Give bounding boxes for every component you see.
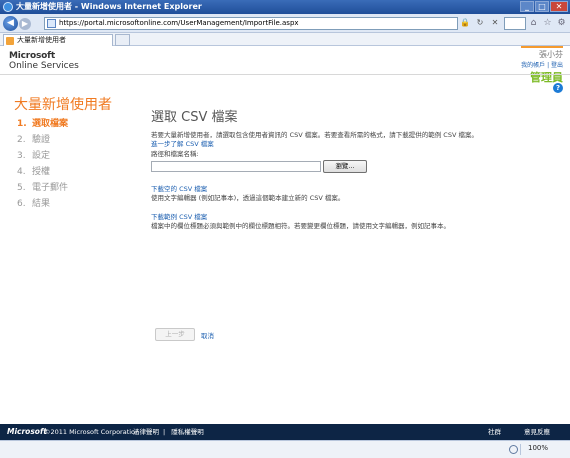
- microsoft-online-services-logo[interactable]: Microsoft Online Services: [9, 51, 79, 71]
- lock-icon[interactable]: 🔒: [459, 17, 471, 29]
- user-area: 張小芬 我的帳戶 | 登出 管理員: [521, 46, 563, 85]
- header-divider: [0, 74, 570, 75]
- learn-more-link[interactable]: 進一步了解 CSV 檔案: [151, 140, 551, 149]
- privacy-link[interactable]: 隱私權聲明: [171, 428, 204, 436]
- close-button[interactable]: ✕: [550, 1, 568, 12]
- main-content: 選取 CSV 檔案 若要大量新增使用者，請選取包含使用者資訊的 CSV 檔案。若…: [151, 106, 551, 231]
- stop-icon[interactable]: ✕: [489, 17, 501, 29]
- url-text: https://portal.microsoftonline.com/UserM…: [59, 19, 299, 27]
- wizard-steps: 1. 選取檔案 2. 驗證 3. 設定 4. 授權 5. 電子郵件 6. 結果: [17, 116, 68, 212]
- url-input[interactable]: https://portal.microsoftonline.com/UserM…: [44, 17, 458, 30]
- page-title: 選取 CSV 檔案: [151, 110, 238, 125]
- user-links[interactable]: 我的帳戶 | 登出: [521, 60, 563, 69]
- step-email: 5. 電子郵件: [17, 183, 69, 193]
- community-link[interactable]: 社群: [488, 424, 501, 440]
- zoom-icon[interactable]: [509, 445, 518, 454]
- forward-button[interactable]: ▶: [19, 18, 31, 30]
- address-bar: ◀ ▶ https://portal.microsoftonline.com/U…: [0, 14, 570, 33]
- page-footer: Microsoft ©2011 Microsoft Corporation 法律…: [0, 424, 570, 440]
- logo-line2: Online Services: [9, 61, 79, 71]
- tab-bar: 大量新增使用者: [0, 33, 570, 46]
- new-tab-button[interactable]: [115, 34, 130, 46]
- window-title-bar: 大量新增使用者 - Windows Internet Explorer _ □ …: [0, 0, 570, 14]
- help-icon[interactable]: ?: [553, 83, 563, 93]
- back-button[interactable]: ◀: [3, 16, 18, 31]
- wizard-title: 大量新增使用者: [14, 97, 112, 113]
- page-content: Microsoft Online Services 張小芬 我的帳戶 | 登出 …: [0, 46, 570, 424]
- tab-favicon-icon: [6, 37, 14, 45]
- zoom-level[interactable]: 100%: [528, 444, 548, 452]
- logo-line1: Microsoft: [9, 51, 55, 61]
- description-text: 若要大量新增使用者，請選取包含使用者資訊的 CSV 檔案。若要查看所需的格式，請…: [151, 131, 478, 139]
- previous-button[interactable]: 上一步: [155, 328, 195, 341]
- status-divider: [520, 444, 521, 455]
- step-settings: 3. 設定: [17, 151, 51, 161]
- file-path-input[interactable]: [151, 161, 321, 172]
- cancel-link[interactable]: 取消: [201, 330, 214, 340]
- ie-logo-icon: [3, 2, 13, 12]
- download-blank-csv-link[interactable]: 下載空的 CSV 檔案: [151, 185, 551, 194]
- feedback-link[interactable]: 意見反應: [524, 424, 550, 440]
- blank-csv-description: 使用文字編輯器 (例如記事本)，透過這個範本建立新的 CSV 檔案。: [151, 194, 345, 202]
- step-verify: 2. 驗證: [17, 135, 51, 145]
- browser-tab[interactable]: 大量新增使用者: [3, 34, 113, 46]
- minimize-button[interactable]: _: [520, 1, 534, 12]
- status-bar: 100%: [0, 440, 570, 458]
- step-select-file: 1. 選取檔案: [17, 119, 69, 129]
- window-title: 大量新增使用者 - Windows Internet Explorer: [16, 2, 202, 11]
- refresh-icon[interactable]: ↻: [474, 17, 486, 29]
- step-licenses: 4. 授權: [17, 167, 51, 177]
- footer-microsoft-logo: Microsoft: [7, 427, 47, 436]
- page-icon: [47, 19, 56, 28]
- browse-button[interactable]: 瀏覽...: [323, 160, 367, 173]
- sample-csv-description: 檔案中的欄位標題必須與範例中的欄位標題相符。若要變更欄位標題，請使用文字編輯器，…: [151, 222, 450, 230]
- copyright-text: ©2011 Microsoft Corporation: [44, 428, 140, 436]
- path-label: 路徑和檔案名稱:: [151, 150, 199, 158]
- legal-link[interactable]: 法律聲明: [133, 428, 159, 436]
- search-input[interactable]: [504, 17, 526, 30]
- tools-icon[interactable]: ⚙: [556, 17, 567, 29]
- favorites-icon[interactable]: ☆: [542, 17, 553, 29]
- maximize-button[interactable]: □: [535, 1, 549, 12]
- home-icon[interactable]: ⌂: [528, 17, 539, 29]
- step-results: 6. 結果: [17, 199, 51, 209]
- tab-label: 大量新增使用者: [17, 36, 66, 44]
- download-sample-csv-link[interactable]: 下載範例 CSV 檔案: [151, 213, 551, 222]
- username: 張小芬: [521, 46, 563, 60]
